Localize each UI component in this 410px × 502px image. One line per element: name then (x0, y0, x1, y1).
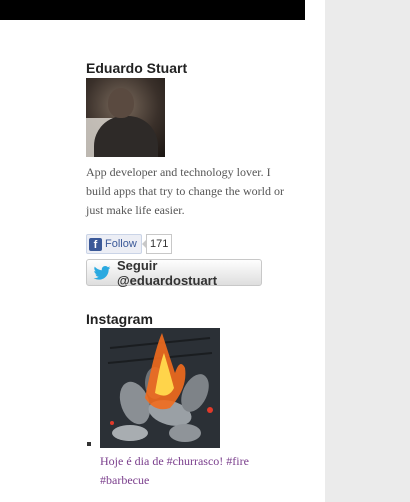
twitter-bird-icon (93, 265, 111, 280)
top-bar (0, 0, 305, 20)
facebook-icon: f (89, 237, 102, 251)
list-bullet (87, 442, 91, 446)
facebook-follow-button[interactable]: f Follow (86, 234, 142, 254)
author-name: Eduardo Stuart (86, 60, 188, 76)
instagram-photo[interactable] (100, 328, 220, 448)
instagram-widget-title: Instagram (86, 311, 153, 327)
author-bio: App developer and technology lover. I bu… (86, 165, 284, 217)
instagram-caption-link[interactable]: Hoje é dia de #churrasco! #fire #barbecu… (100, 452, 300, 490)
twitter-follow-button[interactable]: Seguir @eduardostuart (86, 257, 262, 288)
facebook-follow-label: Follow (105, 238, 137, 250)
twitter-follow-label: Seguir @eduardostuart (116, 257, 218, 288)
avatar (86, 78, 165, 157)
facebook-follower-count: 171 (141, 234, 173, 254)
